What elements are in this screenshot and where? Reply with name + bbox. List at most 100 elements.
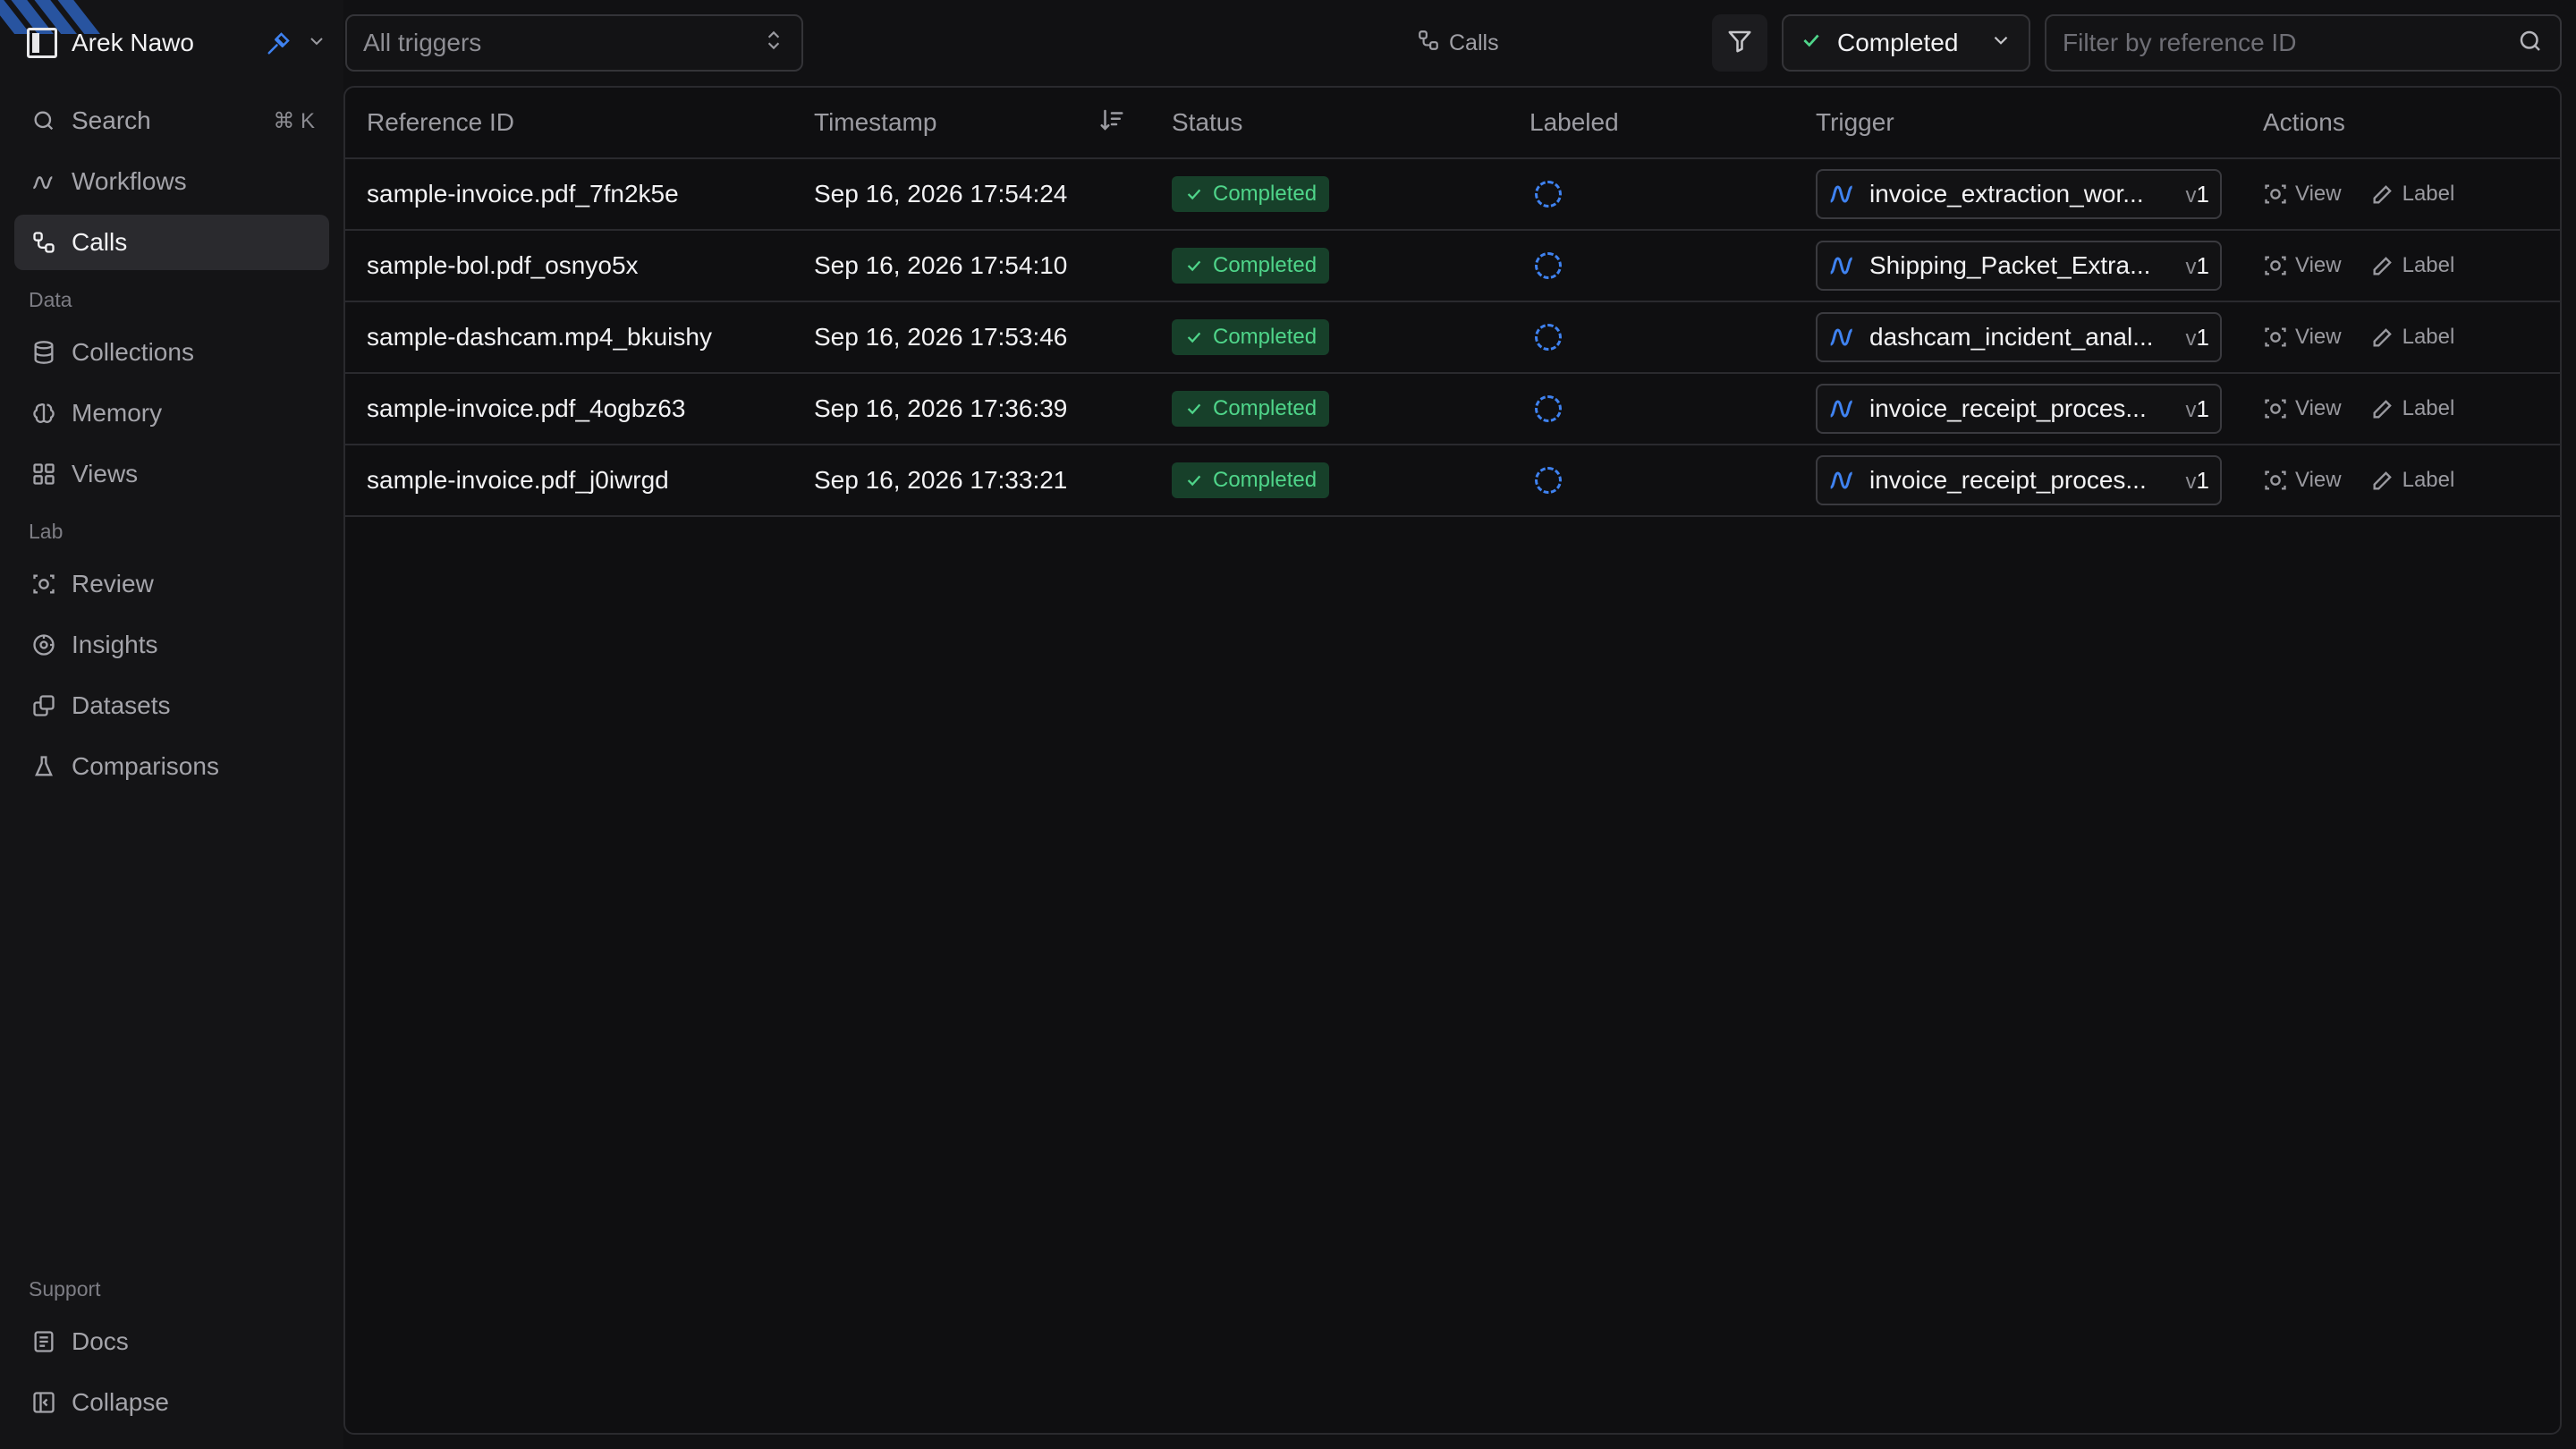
flask-icon [29, 751, 59, 782]
sidebar: Arek Nawo Search ⌘ K Workflows Calls Dat… [0, 0, 343, 1449]
sort-descending-icon[interactable] [1098, 106, 1125, 140]
view-button[interactable]: View [2263, 396, 2342, 421]
status-cell: Completed [1172, 391, 1330, 427]
column-header-reference-id[interactable]: Reference ID [367, 108, 514, 137]
trigger-select[interactable]: All triggers [345, 14, 803, 72]
eye-scan-icon [2265, 327, 2286, 347]
trigger-name: invoice_receipt_proces... [1869, 466, 2147, 494]
timestamp: Sep 16, 2026 17:54:10 [814, 251, 1068, 279]
sidebar-item-views[interactable]: Views [14, 446, 329, 502]
status-cell: Completed [1172, 462, 1330, 498]
reference-id: sample-invoice.pdf_4ogbz63 [367, 394, 686, 422]
label-button[interactable]: Label [2370, 396, 2454, 421]
check-icon [1187, 475, 1201, 487]
sidebar-item-search[interactable]: Search ⌘ K [14, 93, 329, 148]
column-header-timestamp[interactable]: Timestamp [814, 108, 936, 137]
reference-search-input[interactable] [2063, 29, 2517, 57]
view-button-label: View [2295, 253, 2342, 277]
trigger-chip[interactable]: invoice_receipt_proces... v1 [1816, 455, 2222, 505]
sidebar-item-comparisons[interactable]: Comparisons [14, 739, 329, 794]
check-icon [1187, 260, 1201, 272]
sidebar-item-datasets[interactable]: Datasets [14, 678, 329, 733]
trigger-chip[interactable]: dashcam_incident_anal... v1 [1816, 312, 2222, 362]
search-icon [29, 106, 59, 136]
label-button-label: Label [2402, 182, 2455, 206]
sidebar-item-workflows[interactable]: Workflows [14, 154, 329, 209]
trigger-version: v1 [2185, 466, 2209, 494]
sidebar-item-memory[interactable]: Memory [14, 386, 329, 441]
sidebar-item-label: Datasets [72, 691, 171, 719]
table-row[interactable]: sample-invoice.pdf_4ogbz63 Sep 16, 2026 … [345, 374, 2560, 445]
sidebar-item-label: Review [72, 570, 154, 597]
timestamp: Sep 16, 2026 17:33:21 [814, 466, 1068, 494]
table-row[interactable]: sample-bol.pdf_osnyo5x Sep 16, 2026 17:5… [345, 231, 2560, 302]
check-icon [1800, 29, 1823, 58]
sidebar-item-insights[interactable]: Insights [14, 617, 329, 673]
chevron-down-icon [1989, 29, 2012, 58]
calls-icon [1417, 29, 1440, 58]
calls-icon [29, 227, 59, 258]
label-button[interactable]: Label [2370, 325, 2455, 350]
table-row[interactable]: sample-dashcam.mp4_bkuishy Sep 16, 2026 … [345, 302, 2560, 374]
trigger-chip[interactable]: Shipping_Packet_Extra... v1 [1816, 241, 2222, 291]
trigger-chip[interactable]: invoice_extraction_wor... v1 [1816, 169, 2222, 219]
table-row[interactable]: sample-invoice.pdf_7fn2k5e Sep 16, 2026 … [345, 159, 2560, 231]
label-button-label: Label [2402, 325, 2455, 349]
status-filter-select[interactable]: Completed [1782, 14, 2030, 72]
view-button[interactable]: View [2263, 325, 2342, 350]
reference-id: sample-invoice.pdf_7fn2k5e [367, 180, 679, 208]
label-button[interactable]: Label [2370, 182, 2455, 207]
label-button[interactable]: Label [2370, 468, 2454, 493]
column-header-labeled[interactable]: Labeled [1530, 108, 1619, 137]
pencil-icon [2373, 185, 2392, 204]
workflow-icon [1829, 471, 1853, 489]
search-icon[interactable] [2517, 28, 2544, 59]
status-badge-label: Completed [1213, 182, 1318, 206]
workspace-switcher[interactable]: Arek Nawo [27, 23, 331, 63]
trigger-name: invoice_extraction_wor... [1869, 180, 2144, 208]
sidebar-collapse-button[interactable]: Collapse [14, 1375, 329, 1430]
pencil-icon [2373, 257, 2392, 275]
sidebar-item-docs[interactable]: Docs [14, 1314, 329, 1369]
pencil-icon [2373, 400, 2392, 419]
reference-id: sample-dashcam.mp4_bkuishy [367, 323, 712, 351]
sidebar-section-title: Data [29, 288, 72, 311]
sidebar-item-label: Insights [72, 631, 158, 658]
sidebar-item-label: Views [72, 460, 139, 487]
label-button[interactable]: Label [2370, 253, 2455, 278]
view-button[interactable]: View [2263, 253, 2342, 278]
column-header-actions: Actions [2263, 108, 2345, 136]
check-icon [1187, 189, 1201, 200]
status-cell: Completed [1172, 248, 1330, 284]
row-actions: View Label [2263, 396, 2454, 421]
view-button-label: View [2295, 325, 2342, 349]
chevron-down-icon[interactable] [306, 30, 327, 56]
datasets-icon [29, 691, 59, 721]
status-filter-value: Completed [1837, 29, 1959, 56]
column-header-status[interactable]: Status [1172, 108, 1242, 137]
workspace-name: Arek Nawo [72, 29, 194, 56]
label-button-label: Label [2402, 253, 2455, 277]
trigger-name: dashcam_incident_anal... [1869, 323, 2154, 351]
status-badge: Completed [1172, 319, 1330, 355]
trigger-cell: invoice_extraction_wor... v1 [1816, 169, 2222, 219]
sidebar-item-collections[interactable]: Collections [14, 325, 329, 380]
column-header-trigger[interactable]: Trigger [1816, 108, 1894, 137]
view-button-label: View [2295, 396, 2342, 420]
labeled-cell [1530, 252, 1562, 279]
integration-plug-icon[interactable] [263, 27, 295, 59]
filter-button[interactable] [1712, 14, 1767, 72]
database-icon [29, 337, 59, 368]
trigger-chip[interactable]: invoice_receipt_proces... v1 [1816, 384, 2222, 434]
sidebar-item-calls[interactable]: Calls [14, 215, 329, 270]
unlabeled-indicator-icon [1535, 395, 1562, 422]
sidebar-item-review[interactable]: Review [14, 556, 329, 612]
table-row[interactable]: sample-invoice.pdf_j0iwrgd Sep 16, 2026 … [345, 445, 2560, 517]
review-icon [29, 569, 59, 599]
row-actions: View Label [2263, 325, 2454, 350]
view-button[interactable]: View [2263, 468, 2342, 493]
workspace-logo-icon [27, 28, 57, 58]
view-button[interactable]: View [2263, 182, 2342, 207]
breadcrumb: Calls [1417, 25, 1499, 61]
unlabeled-indicator-icon [1535, 467, 1562, 494]
